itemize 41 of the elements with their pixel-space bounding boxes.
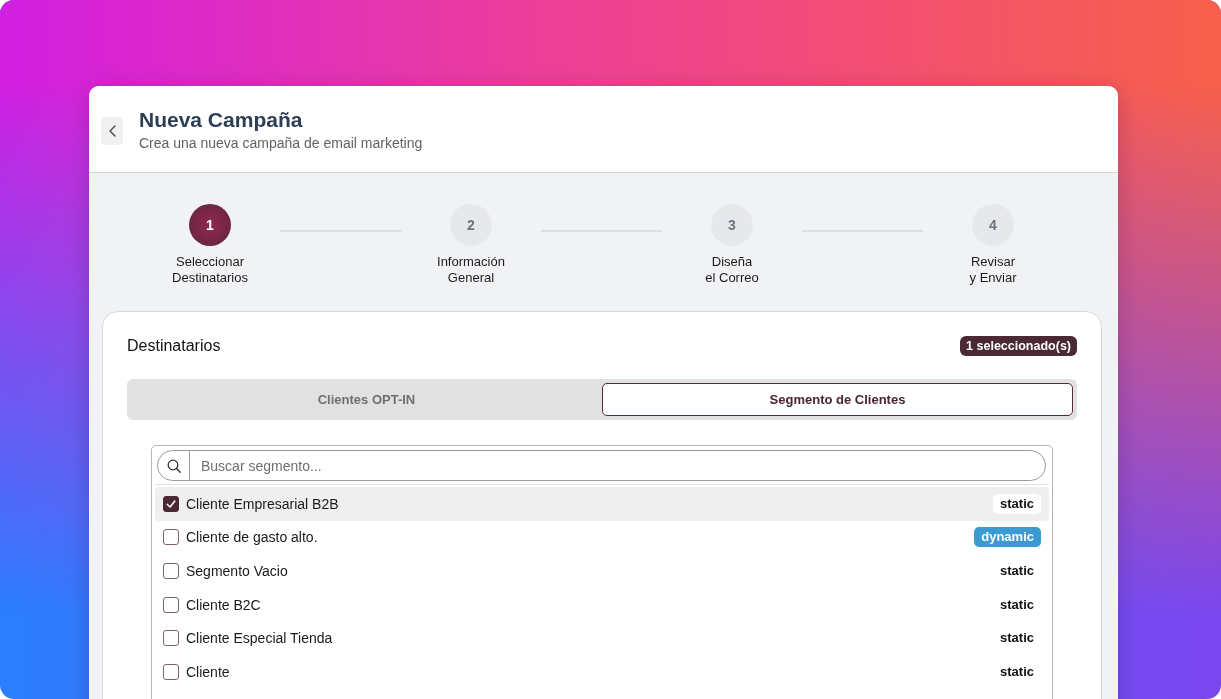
segment-name: Segmento Vacio bbox=[186, 563, 288, 579]
segment-type-tag: static bbox=[993, 561, 1041, 581]
segment-type-tag: dynamic bbox=[974, 527, 1041, 548]
checkbox[interactable] bbox=[163, 495, 179, 512]
segment-name: Cliente B2C bbox=[186, 596, 261, 613]
step-number: 4 bbox=[972, 204, 1014, 246]
step-label: Diseña el Correo bbox=[705, 254, 759, 286]
step-number: 2 bbox=[450, 204, 492, 246]
checkbox[interactable] bbox=[163, 563, 179, 579]
segment-type-tag: static bbox=[993, 594, 1041, 615]
segment-row[interactable]: Segmento Vacio static bbox=[155, 554, 1049, 588]
step-number: 1 bbox=[189, 204, 231, 246]
section-title: Destinatarios bbox=[127, 337, 221, 355]
step-label: Seleccionar Destinatarios bbox=[172, 254, 248, 286]
chevron-left-icon bbox=[108, 125, 116, 137]
segment-type-tag: static bbox=[993, 628, 1041, 649]
checkmark-icon bbox=[166, 498, 176, 509]
checkbox[interactable] bbox=[163, 529, 179, 546]
segment-row[interactable]: Cliente Empresarial B2B static bbox=[155, 487, 1049, 521]
segment-row[interactable]: Cliente B2C static bbox=[155, 587, 1049, 622]
segment-name: Cliente bbox=[186, 663, 230, 680]
selected-count-badge: 1 seleccionado(s) bbox=[960, 336, 1077, 356]
checkbox[interactable] bbox=[163, 630, 179, 647]
segment-name: Cliente de gasto alto. bbox=[186, 529, 318, 546]
step-label: Revisar y Enviar bbox=[969, 254, 1017, 286]
segment-name: Cliente Empresarial B2B bbox=[186, 495, 339, 512]
segment-row[interactable]: Cliente static bbox=[155, 654, 1049, 689]
segment-row[interactable]: Cliente de gasto alto. dynamic bbox=[155, 520, 1049, 555]
checkbox[interactable] bbox=[163, 663, 179, 680]
segment-row[interactable]: Cliente Especial Tienda static bbox=[155, 621, 1049, 655]
step-number: 3 bbox=[711, 204, 753, 246]
page-title: Nueva Campaña bbox=[139, 106, 304, 133]
tab[interactable]: Clientes OPT-IN bbox=[131, 383, 602, 416]
segment-type-tag: static bbox=[993, 493, 1041, 514]
search-icon bbox=[166, 458, 181, 473]
segment-name: Cliente Especial Tienda bbox=[186, 630, 333, 647]
page-subtitle: Crea una nueva campaña de email marketing bbox=[139, 133, 423, 152]
step-label: Información General bbox=[437, 254, 505, 286]
segment-type-tag: static bbox=[993, 661, 1041, 682]
checkbox[interactable] bbox=[163, 596, 179, 613]
tab[interactable]: Segmento de Clientes bbox=[602, 383, 1073, 416]
